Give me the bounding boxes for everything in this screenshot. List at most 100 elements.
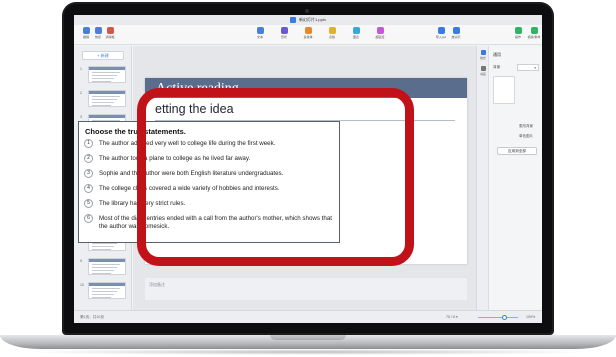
toolbar-center-button-2[interactable]: 多媒体 <box>298 27 318 39</box>
panel-tab-label: 格式 <box>480 56 486 60</box>
thumbnail-header <box>89 283 125 286</box>
toolbar-right-icon-0 <box>437 27 445 34</box>
toolbar-button-label: 放演示 <box>451 35 461 39</box>
thumbnail-line <box>92 294 114 295</box>
thumbnail-line <box>92 270 114 271</box>
toolbar-button-label: 模版/素材 <box>527 35 541 39</box>
thumbnail-header <box>89 259 125 262</box>
slide-thumbnail-number: 2 <box>80 91 82 95</box>
toolbar-center-button-1[interactable]: 形状 <box>274 27 294 39</box>
thumbnail-line <box>92 81 111 82</box>
panel-heading: 通用 <box>493 52 501 57</box>
thumbnail-line <box>92 273 111 274</box>
toolbar-center-button-4[interactable]: 图表 <box>346 27 366 39</box>
toolbar-center-icon-3 <box>328 27 336 34</box>
fill-background-button[interactable]: 单色图片 <box>519 134 533 139</box>
slide-thumbnail-number: 3 <box>80 115 82 119</box>
statement-number: 5 <box>84 199 93 208</box>
laptop-notch <box>270 335 346 340</box>
app-icon <box>290 17 297 23</box>
slide-thumbnail-number: 1 <box>80 67 82 71</box>
toolbar-button-label: 超链接 <box>375 35 385 39</box>
apply-all-button[interactable]: 应用到全部 <box>497 147 537 155</box>
panel-tab-icon <box>480 50 486 55</box>
thumbnail-line <box>92 249 111 250</box>
thumbnail-line <box>92 288 120 289</box>
panel-tab-0[interactable]: 格式 <box>479 50 487 60</box>
toolbar-button-label: 文本 <box>256 35 263 39</box>
statement-number: 4 <box>84 184 93 193</box>
slide-thumbnail[interactable] <box>88 90 126 107</box>
thumbnail-header <box>89 67 125 70</box>
toolbar-far-right-icon-0 <box>514 27 522 34</box>
slide-thumbnail[interactable] <box>88 258 126 275</box>
camera-icon <box>305 9 309 13</box>
thumbnail-line <box>92 291 117 292</box>
panel-tab-icon <box>480 66 486 71</box>
properties-panel: 格式动画 通用 背景 ▾ 更改背景 单色图片 应用到全部 <box>476 46 542 310</box>
toolbar-far-right-icon-1 <box>530 27 538 34</box>
thumbnail-line <box>92 243 117 244</box>
thumbnail-line <box>92 99 117 100</box>
toolbar-right-button-1[interactable]: 放演示 <box>446 27 466 39</box>
toolbar-center-icon-1 <box>280 27 288 34</box>
toolbar-center-icon-4 <box>352 27 360 34</box>
toolbar-button-label: 图表 <box>352 35 359 39</box>
statement-number: 1 <box>84 139 93 148</box>
toolbar-center-button-5[interactable]: 超链接 <box>370 27 390 39</box>
thumbnail-line <box>92 102 114 103</box>
thumbnail-line <box>92 75 117 76</box>
title-bar: 新幻灯片1.pptx <box>74 15 542 25</box>
thumbnail-line <box>92 264 120 265</box>
change-background-button[interactable]: 更改背景 <box>519 124 533 129</box>
toolbar: 撤销 恢复 清除格 文本 形状 多媒体 表格 图表 超链接 导入ppt 放演示 操作 模版/素材 <box>74 25 542 45</box>
toolbar-button-label: 多媒体 <box>303 35 313 39</box>
zoom-slider-handle[interactable] <box>501 315 507 320</box>
zoom-level: 100% <box>526 315 536 319</box>
panel-tabs: 格式 动画 <box>477 46 489 310</box>
toolbar-far-right-button-1[interactable]: 模版/素材 <box>524 27 542 39</box>
toolbar-center-icon-5 <box>376 27 384 34</box>
slide-thumbnail-number: 10 <box>80 283 84 287</box>
thumbnail-header <box>89 115 125 118</box>
zoom-slider[interactable] <box>478 317 518 318</box>
thumbnail-line <box>92 246 114 247</box>
statement-number: 3 <box>84 169 93 178</box>
thumbnail-line <box>92 72 120 73</box>
laptop-shadow <box>20 349 596 355</box>
toolbar-center-button-3[interactable]: 表格 <box>322 27 342 39</box>
new-slide-button[interactable]: + 新建 <box>82 51 124 60</box>
background-select[interactable]: ▾ <box>517 64 539 71</box>
toolbar-center-button-0[interactable]: 文本 <box>250 27 270 39</box>
toolbar-button-label: 导入ppt <box>435 35 447 39</box>
toolbar-left-button-2[interactable]: 清除格 <box>100 27 120 39</box>
thumbnail-line <box>92 297 111 298</box>
view-indicator[interactable]: 75 / 8 ▾ <box>446 315 458 319</box>
slide-thumbnail[interactable] <box>88 66 126 83</box>
speaker-notes[interactable]: 添加备注 <box>145 278 467 300</box>
toolbar-button-label: 表格 <box>328 35 335 39</box>
toolbar-button-label: 清除格 <box>105 35 115 39</box>
highlight-frame <box>137 88 414 266</box>
thumbnail-line <box>92 105 111 106</box>
slide-thumbnail[interactable] <box>88 282 126 299</box>
statement-number: 2 <box>84 154 93 163</box>
window-title: 新幻灯片1.pptx <box>299 17 326 22</box>
thumbnail-header <box>89 91 125 94</box>
status-bar: 第1页，共10页 75 / 8 ▾ 100% <box>74 310 542 323</box>
toolbar-left-icon-2 <box>106 27 114 34</box>
page-indicator: 第1页，共10页 <box>80 315 104 319</box>
toolbar-center-icon-0 <box>256 27 264 34</box>
thumbnail-line <box>92 267 117 268</box>
statement-number: 6 <box>84 214 93 223</box>
background-label: 背景 <box>493 65 501 69</box>
panel-tab-label: 动画 <box>480 72 486 76</box>
slide-thumbnail-number: 9 <box>80 259 82 263</box>
toolbar-button-label: 操作 <box>514 35 521 39</box>
thumbnail-line <box>92 78 114 79</box>
panel-tab-1[interactable]: 动画 <box>479 66 487 76</box>
background-preview <box>493 76 515 104</box>
thumbnail-line <box>92 96 120 97</box>
notes-placeholder: 添加备注 <box>149 282 165 287</box>
toolbar-button-label: 形状 <box>280 35 287 39</box>
